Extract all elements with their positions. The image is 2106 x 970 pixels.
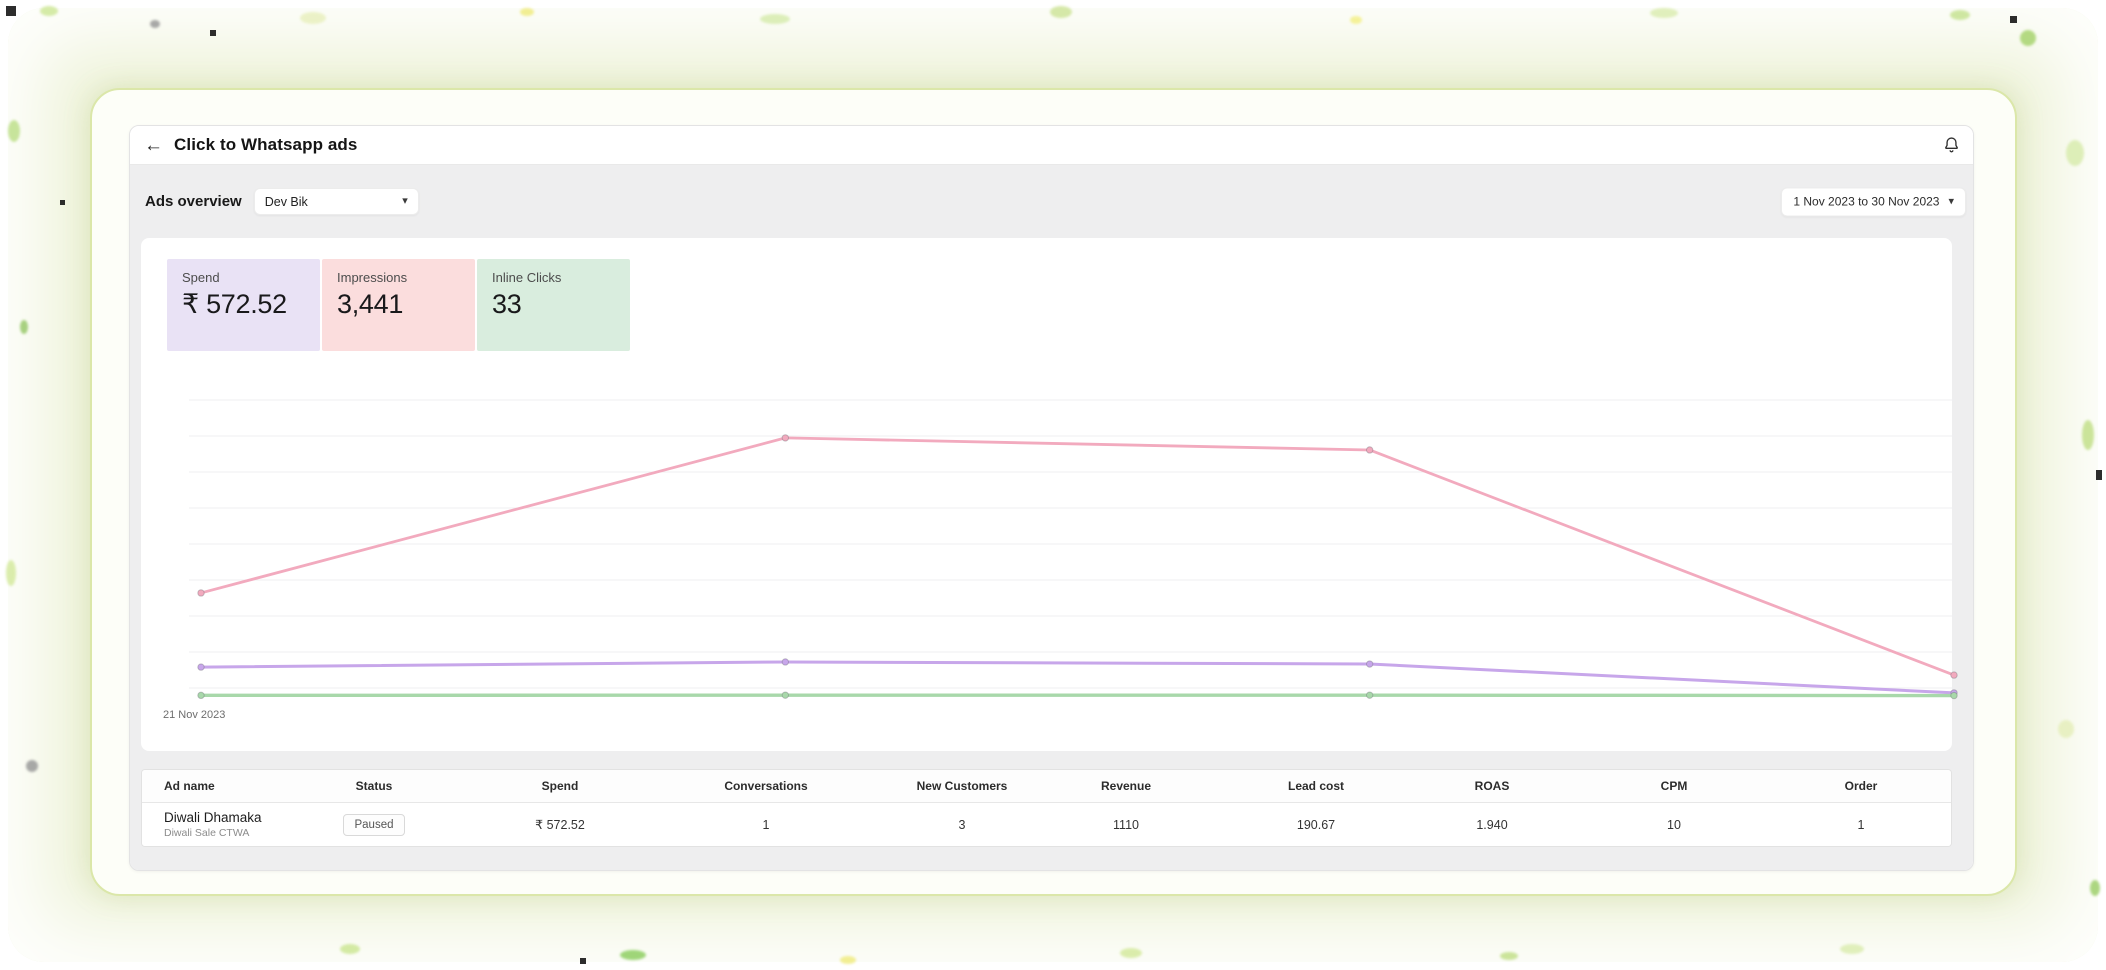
- column-header-spend[interactable]: Spend: [451, 779, 669, 793]
- stat-card-inline-clicks: Inline Clicks 33: [477, 259, 630, 351]
- ad-subtitle: Diwali Sale CTWA: [164, 827, 250, 839]
- cell-roas: 1.940: [1476, 817, 1508, 832]
- column-header-ad-name[interactable]: Ad name: [164, 779, 297, 793]
- column-header-status[interactable]: Status: [297, 779, 451, 793]
- stat-value: ₹ 572.52: [182, 289, 287, 319]
- page-background: ← Click to Whatsapp ads Ads overview Dev…: [0, 0, 2106, 970]
- status-badge: Paused: [343, 813, 405, 836]
- app-body: Ads overview Dev Bik ▾ 1 Nov 2023 to 30 …: [130, 165, 1973, 870]
- stat-cards: Spend ₹ 572.52 Impressions 3,441 Inline …: [167, 259, 630, 351]
- stat-card-impressions: Impressions 3,441: [322, 259, 475, 351]
- column-header-conversations[interactable]: Conversations: [669, 779, 863, 793]
- app-window: ← Click to Whatsapp ads Ads overview Dev…: [129, 125, 1974, 871]
- cell-revenue: 1110: [1113, 817, 1139, 832]
- cell-conversations: 1: [762, 817, 770, 832]
- column-header-new-customers[interactable]: New Customers: [863, 779, 1061, 793]
- account-selector[interactable]: Dev Bik ▾: [253, 188, 419, 215]
- cell-status: Paused: [297, 813, 451, 836]
- stat-label: Inline Clicks: [492, 270, 562, 285]
- chevron-down-icon: ▾: [1948, 195, 1954, 207]
- cell-ad-name[interactable]: Diwali Dhamaka Diwali Sale CTWA: [164, 810, 297, 839]
- overview-panel: Spend ₹ 572.52 Impressions 3,441 Inline …: [141, 238, 1958, 751]
- cell-cpm: 10: [1667, 817, 1681, 832]
- stat-card-spend: Spend ₹ 572.52: [167, 259, 320, 351]
- cell-new-customers: 3: [958, 817, 966, 832]
- svg-text:21 Nov 2023: 21 Nov 2023: [163, 709, 225, 721]
- stat-value: 33: [492, 289, 522, 319]
- account-selector-value: Dev Bik: [264, 194, 308, 209]
- cell-lead-cost: 190.67: [1296, 817, 1336, 832]
- table-row[interactable]: Diwali Dhamaka Diwali Sale CTWA Paused ₹…: [142, 803, 1951, 846]
- stat-label: Impressions: [337, 270, 408, 285]
- column-header-roas[interactable]: ROAS: [1441, 779, 1543, 793]
- page-title: Click to Whatsapp ads: [174, 135, 358, 154]
- column-header-lead-cost[interactable]: Lead cost: [1191, 779, 1441, 793]
- app-header: ← Click to Whatsapp ads: [130, 126, 1973, 165]
- stat-label: Spend: [182, 270, 220, 285]
- ads-table: Ad name Status Spend Conversations New C…: [141, 769, 1952, 847]
- outer-frame: ← Click to Whatsapp ads Ads overview Dev…: [90, 88, 2017, 896]
- column-header-cpm[interactable]: CPM: [1543, 779, 1805, 793]
- date-range-selector[interactable]: 1 Nov 2023 to 30 Nov 2023 ▾: [1781, 187, 1966, 216]
- section-title: Ads overview: [145, 193, 242, 210]
- back-arrow-icon[interactable]: ←: [144, 136, 163, 155]
- date-range-value: 1 Nov 2023 to 30 Nov 2023: [1793, 194, 1940, 209]
- stat-value: 3,441: [337, 289, 404, 319]
- cell-spend: ₹ 572.52: [535, 818, 585, 832]
- toolbar: Ads overview Dev Bik ▾ 1 Nov 2023 to 30 …: [130, 165, 1973, 238]
- column-header-revenue[interactable]: Revenue: [1061, 779, 1191, 793]
- notifications-bell-icon[interactable]: [1942, 136, 1961, 155]
- table-header-row: Ad name Status Spend Conversations New C…: [142, 770, 1951, 803]
- chevron-down-icon: ▾: [402, 195, 408, 207]
- cell-order: 1: [1857, 817, 1865, 832]
- column-header-order[interactable]: Order: [1805, 779, 1917, 793]
